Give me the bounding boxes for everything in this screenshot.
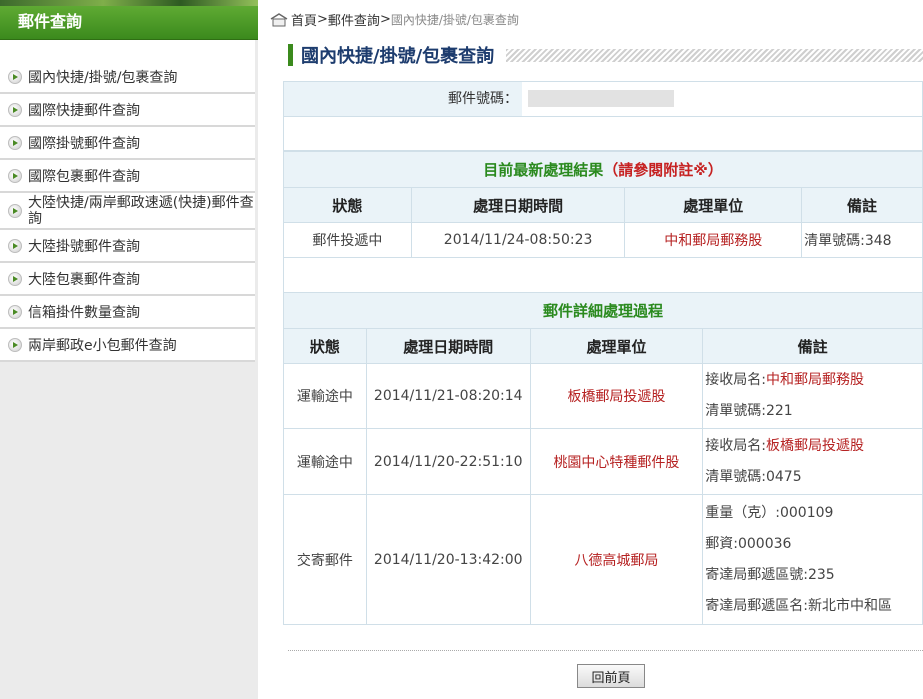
sidebar-item-intl-registered[interactable]: 國際掛號郵件查詢 <box>0 127 255 160</box>
sidebar-title: 郵件查詢 <box>0 6 258 40</box>
tracking-number-value <box>522 82 922 116</box>
col-header-unit: 處理單位 <box>624 187 803 223</box>
col-header-remark: 備註 <box>801 187 923 223</box>
back-button[interactable]: 回前頁 <box>577 664 645 688</box>
arrow-bullet-icon <box>8 238 22 253</box>
table-row: 交寄郵件 2014/11/20-13:42:00 八德高城郵局 重量（克）:00… <box>283 494 923 625</box>
col-header-status: 狀態 <box>283 328 367 364</box>
tracking-number-label: 郵件號碼： <box>448 91 518 107</box>
arrow-bullet-icon <box>8 69 22 84</box>
arrow-bullet-icon <box>8 203 22 218</box>
sidebar-item-mainland-express[interactable]: 大陸快捷/兩岸郵政速遞(快捷)郵件查詢 <box>0 193 255 230</box>
detail-process-caption: 郵件詳細處理過程 <box>283 292 923 329</box>
table-row: 郵件投遞中 2014/11/24-08:50:23 中和郵局郵務股 清單號碼:3… <box>283 222 923 258</box>
arrow-bullet-icon <box>8 304 22 319</box>
detail-process-table: 郵件詳細處理過程 狀態 處理日期時間 處理單位 備註 運輸途中 2014/11/… <box>283 292 923 625</box>
heading-accent-bar <box>288 44 293 66</box>
status-cell: 運輸途中 <box>283 428 367 495</box>
sidebar-item-domestic[interactable]: 國內快捷/掛號/包裹查詢 <box>0 61 255 94</box>
unit-cell: 中和郵局郵務股 <box>624 222 803 258</box>
arrow-bullet-icon <box>8 135 22 150</box>
page-title: 國內快捷/掛號/包裹查詢 <box>301 46 495 67</box>
remark-cell: 接收局名:中和郵局郵務股 清單號碼:221 <box>702 363 923 429</box>
datetime-cell: 2014/11/20-22:51:10 <box>365 428 531 495</box>
see-note-link[interactable]: （請參閱附註※） <box>603 161 723 179</box>
status-cell: 交寄郵件 <box>283 494 367 625</box>
home-icon <box>270 12 288 26</box>
page-heading: 國內快捷/掛號/包裹查詢 <box>288 43 923 67</box>
sidebar: 郵件查詢 國內快捷/掛號/包裹查詢 國際快捷郵件查詢 國際掛號郵件查詢 國際包裹… <box>0 0 258 699</box>
sidebar-item-intl-express[interactable]: 國際快捷郵件查詢 <box>0 94 255 127</box>
breadcrumb-current: 國內快捷/掛號/包裹查詢 <box>390 13 519 27</box>
col-header-unit: 處理單位 <box>529 328 704 364</box>
arrow-bullet-icon <box>8 102 22 117</box>
datetime-cell: 2014/11/21-08:20:14 <box>365 363 531 429</box>
breadcrumb: 首頁 > 郵件查詢 > 國內快捷/掛號/包裹查詢 <box>270 10 519 29</box>
remark-cell: 清單號碼:348 <box>801 222 923 258</box>
sidebar-item-intl-parcel[interactable]: 國際包裹郵件查詢 <box>0 160 255 193</box>
table-row: 運輸途中 2014/11/20-22:51:10 桃園中心特種郵件股 接收局名:… <box>283 428 923 495</box>
datetime-cell: 2014/11/20-13:42:00 <box>365 494 531 625</box>
latest-result-table: 目前最新處理結果（請參閱附註※） 狀態 處理日期時間 處理單位 備註 郵件投遞中… <box>283 151 923 258</box>
col-header-status: 狀態 <box>283 187 412 223</box>
status-cell: 郵件投遞中 <box>283 222 412 258</box>
col-header-remark: 備註 <box>702 328 923 364</box>
arrow-bullet-icon <box>8 271 22 286</box>
table-row: 運輸途中 2014/11/21-08:20:14 板橋郵局投遞股 接收局名:中和… <box>283 363 923 429</box>
sidebar-item-mailbox-count[interactable]: 信箱掛件數量查詢 <box>0 296 255 329</box>
heading-hatch-decoration <box>506 48 923 62</box>
latest-result-caption: 目前最新處理結果（請參閱附註※） <box>283 151 923 188</box>
sidebar-item-mainland-parcel[interactable]: 大陸包裹郵件查詢 <box>0 263 255 296</box>
tracking-number-redacted <box>528 90 674 107</box>
breadcrumb-home-link[interactable]: 首頁 <box>291 10 317 29</box>
remark-cell: 重量（克）:000109 郵資:000036 寄達局郵遞區號:235 寄達局郵遞… <box>702 494 923 625</box>
col-header-datetime: 處理日期時間 <box>365 328 531 364</box>
sidebar-menu: 國內快捷/掛號/包裹查詢 國際快捷郵件查詢 國際掛號郵件查詢 國際包裹郵件查詢 … <box>0 61 255 362</box>
datetime-cell: 2014/11/24-08:50:23 <box>410 222 626 258</box>
unit-cell: 板橋郵局投遞股 <box>529 363 704 429</box>
arrow-bullet-icon <box>8 168 22 183</box>
unit-cell: 八德高城郵局 <box>529 494 704 625</box>
breadcrumb-section-link[interactable]: 郵件查詢 <box>328 10 380 29</box>
status-cell: 運輸途中 <box>283 363 367 429</box>
sidebar-item-mainland-registered[interactable]: 大陸掛號郵件查詢 <box>0 230 255 263</box>
arrow-bullet-icon <box>8 337 22 352</box>
col-header-datetime: 處理日期時間 <box>410 187 626 223</box>
remark-cell: 接收局名:板橋郵局投遞股 清單號碼:0475 <box>702 428 923 495</box>
divider <box>288 650 923 651</box>
unit-cell: 桃園中心特種郵件股 <box>529 428 704 495</box>
sidebar-item-cross-strait-epacket[interactable]: 兩岸郵政e小包郵件查詢 <box>0 329 255 362</box>
tracking-number-panel: 郵件號碼： <box>283 81 923 151</box>
